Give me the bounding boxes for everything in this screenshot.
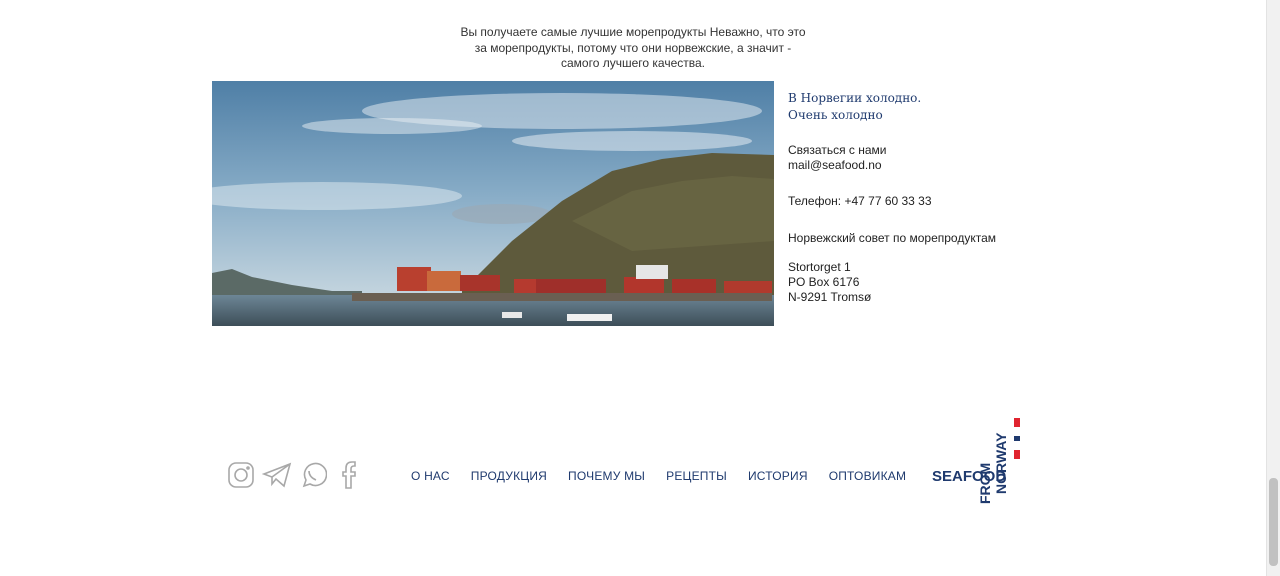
intro-text: Вы получаете самые лучшие морепродукты Н… — [460, 25, 806, 70]
nav-products[interactable]: ПРОДУКЦИЯ — [471, 469, 547, 483]
logo-word-norway: NORWAY — [993, 432, 1009, 494]
email-link[interactable]: mail@seafood.no — [788, 158, 886, 173]
instagram-icon[interactable] — [226, 460, 256, 490]
scrollbar-track — [1266, 0, 1267, 576]
logo-word-from: FROM — [977, 463, 993, 504]
nav-why-us[interactable]: ПОЧЕМУ МЫ — [568, 469, 645, 483]
harbor-photo — [212, 81, 774, 326]
footer-nav: О НАС ПРОДУКЦИЯ ПОЧЕМУ МЫ РЕЦЕПТЫ ИСТОРИ… — [411, 469, 906, 483]
facebook-icon[interactable] — [334, 460, 364, 490]
nav-about[interactable]: О НАС — [411, 469, 450, 483]
seafood-from-norway-logo[interactable]: SEAFOOD FROM NORWAY — [930, 410, 1030, 510]
address: Stortorget 1 PO Box 6176 N-9291 Tromsø — [788, 260, 871, 305]
nav-history[interactable]: ИСТОРИЯ — [748, 469, 808, 483]
nav-wholesale[interactable]: ОПТОВИКАМ — [829, 469, 907, 483]
council-name: Норвежский совет по морепродуктам — [788, 231, 996, 245]
contact-info: В Норвегии холодно. Очень холодно Связат… — [788, 90, 1088, 304]
address-line-2: PO Box 6176 — [788, 275, 860, 289]
scrollbar[interactable] — [1266, 0, 1280, 576]
headline-line-2: Очень холодно — [788, 108, 883, 122]
address-line-1: Stortorget 1 — [788, 260, 851, 274]
scrollbar-thumb[interactable] — [1269, 478, 1278, 566]
address-line-3: N-9291 Tromsø — [788, 290, 872, 304]
contact-block: Связаться с нами mail@seafood.no — [788, 143, 886, 173]
phone-number[interactable]: Телефон: +47 77 60 33 33 — [788, 194, 932, 208]
nav-recipes[interactable]: РЕЦЕПТЫ — [666, 469, 727, 483]
telegram-icon[interactable] — [262, 460, 292, 490]
social-links — [226, 460, 364, 490]
contact-label: Связаться с нами — [788, 143, 887, 157]
headline-line-1: В Норвегии холодно. — [788, 91, 922, 105]
headline: В Норвегии холодно. Очень холодно — [788, 90, 1088, 124]
whatsapp-icon[interactable] — [298, 460, 328, 490]
